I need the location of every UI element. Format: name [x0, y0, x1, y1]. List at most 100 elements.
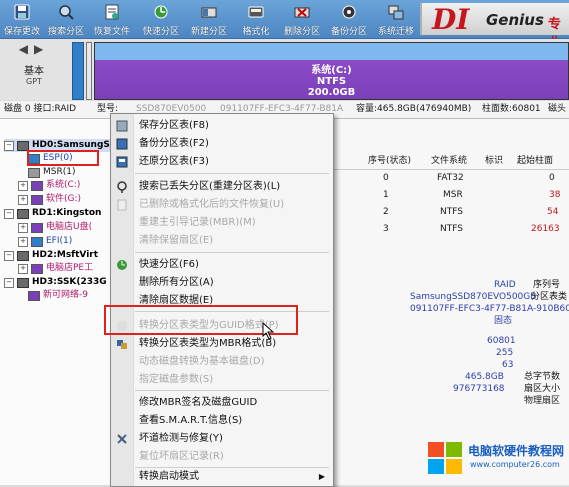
tree-disk-hd3[interactable]: − HD3:SSK(233G	[4, 276, 107, 289]
expand-icon[interactable]: +	[18, 263, 28, 274]
cell-start: 54	[547, 207, 559, 217]
menu-item-delete-all[interactable]: 删除所有分区(A)	[111, 274, 333, 291]
collapse-icon[interactable]: −	[4, 277, 14, 288]
detail-sectors: 63	[502, 360, 514, 370]
delete-partition-button[interactable]: 删除分区	[280, 0, 324, 38]
menu-item-quick-partition[interactable]: 快速分区(F6)	[111, 256, 333, 273]
disk-icon	[17, 208, 29, 219]
cell-index: 0	[383, 173, 389, 183]
cell-start: 26163	[531, 224, 560, 234]
search-partition-button[interactable]: 搜索分区	[44, 0, 88, 38]
menu-item-convert-mbr[interactable]: 转换分区表类型为MBR格式(B)	[111, 335, 333, 352]
menu-item-smart-info[interactable]: 查看S.M.A.R.T.信息(S)	[111, 412, 333, 429]
menu-item-backup-table[interactable]: 备份分区表(F2)	[111, 135, 333, 152]
tree-partition-g[interactable]: + 软件(G:)	[18, 193, 81, 206]
tree-partition-ssk[interactable]: 新可网络-9	[28, 289, 88, 302]
partition-fs: NTFS	[316, 76, 347, 87]
collapse-icon[interactable]: −	[4, 208, 14, 219]
new-partition-button[interactable]: 新建分区	[187, 0, 231, 38]
tree-disk-label: HD2:MsftVirt	[32, 250, 99, 260]
system-migrate-button[interactable]: 系统迁移	[374, 0, 418, 38]
disk-nav-arrows[interactable]: ◀▶	[2, 42, 66, 56]
toolbar-label: 搜索分区	[47, 27, 84, 37]
disk-icon	[17, 250, 29, 261]
menu-item-bad-sector[interactable]: 坏道检测与修复(Y)	[111, 430, 333, 447]
tree-partition-c[interactable]: + 系统(C:)	[18, 179, 80, 192]
tree-partition-label: 电脑店PE工	[46, 263, 94, 273]
col-start[interactable]: 起始柱面	[517, 153, 553, 169]
disk-icon	[17, 277, 29, 288]
tree-partition-msr[interactable]: MSR(1)	[28, 166, 75, 179]
detail-guid: 091107FF-EFC3-4F77-B81A-910B60DA	[410, 304, 569, 314]
recover-file-button[interactable]: 恢复文件	[90, 0, 134, 38]
menu-item-save-table[interactable]: 保存分区表(F8)	[111, 117, 333, 134]
menu-item-reset-bad-sectors[interactable]: 复位坏扇区记录(R)	[111, 448, 333, 465]
menu-item-label: 查看S.M.A.R.T.信息(S)	[139, 415, 243, 426]
bad-sector-icon	[115, 432, 128, 445]
cell-fs: NTFS	[440, 207, 463, 217]
menu-item-label: 转换启动模式	[139, 471, 199, 482]
col-index[interactable]: 序号(状态)	[368, 153, 411, 169]
partition-esp-block[interactable]	[72, 42, 84, 100]
menu-item-modify-mbr-guid[interactable]: 修改MBR签名及磁盘GUID	[111, 394, 333, 411]
tree-disk-rd1[interactable]: − RD1:Kingston	[4, 207, 101, 220]
mouse-cursor-icon	[262, 322, 274, 340]
watermark-title: 电脑软硬件教程网	[468, 444, 565, 458]
menu-item-label: 还原分区表(F3)	[139, 156, 209, 167]
detail-capacity: 465.8GB	[465, 372, 504, 382]
menu-item-label: 复位坏扇区记录(R)	[139, 451, 224, 462]
app-logo: DI Genius 专业	[420, 3, 569, 51]
tree-disk-hd2[interactable]: − HD2:MsftVirt	[4, 249, 98, 262]
disk-capacity: 容量:465.8GB(476940MB)	[356, 104, 472, 114]
save-changes-button[interactable]: 保存更改	[0, 0, 44, 38]
disk-cylinders: 柱面数:60801	[482, 104, 541, 114]
col-filesystem[interactable]: 文件系统	[431, 153, 467, 169]
cell-start: 38	[549, 190, 561, 200]
menu-item-rebuild-mbr[interactable]: 重建主引导记录(MBR)(M)	[111, 214, 333, 231]
menu-item-label: 动态磁盘转换为基本磁盘(D)	[139, 356, 265, 367]
collapse-icon[interactable]: −	[4, 250, 14, 261]
tree-partition-pe[interactable]: + 电脑店PE工	[18, 262, 93, 275]
disk-context-menu: 保存分区表(F8) 备份分区表(F2) 还原分区表(F3) 搜索已丢失分区(重建…	[110, 113, 334, 487]
new-partition-icon	[200, 3, 218, 21]
menu-item-dynamic-to-basic[interactable]: 动态磁盘转换为基本磁盘(D)	[111, 353, 333, 370]
tree-partition-efi[interactable]: + EFI(1)	[18, 235, 72, 248]
partition-c-block[interactable]: 系统(C:) NTFS 200.0GB	[94, 42, 569, 100]
format-button[interactable]: 格式化	[234, 0, 278, 38]
menu-item-restore-table[interactable]: 还原分区表(F3)	[111, 153, 333, 170]
tree-partition-label: 电脑店U盘(	[46, 222, 93, 232]
file-recover-icon	[115, 198, 128, 211]
disk-icon	[17, 140, 29, 151]
backup-table-icon	[115, 137, 128, 150]
col-id[interactable]: 标识	[485, 153, 503, 169]
collapse-icon[interactable]: −	[4, 140, 14, 151]
quick-partition-button[interactable]: 快速分区	[139, 0, 183, 38]
menu-item-boot-mode[interactable]: 转换启动模式 ▶	[111, 468, 333, 485]
menu-item-search-lost[interactable]: 搜索已丢失分区(重建分区表)(L)	[111, 178, 333, 195]
backup-partition-icon	[340, 3, 358, 21]
disk-type-label: 基本	[24, 66, 44, 77]
menu-item-label: 清除保留扇区(E)	[139, 235, 214, 246]
tree-disk-label: RD1:Kingston	[32, 208, 102, 218]
expand-icon[interactable]: +	[18, 180, 28, 191]
backup-partition-button[interactable]: 备份分区	[327, 0, 371, 38]
toolbar-label: 快速分区	[142, 27, 179, 37]
recover-file-icon	[103, 3, 121, 21]
tree-partition-label: 新可网络-9	[43, 290, 88, 300]
partition-msr-block[interactable]	[86, 42, 92, 100]
tree-partition-usb[interactable]: + 电脑店U盘(	[18, 221, 92, 234]
menu-item-label: 修改MBR签名及磁盘GUID	[139, 397, 258, 408]
expand-icon[interactable]: +	[18, 194, 28, 205]
partition-name: 系统(C:)	[311, 65, 352, 76]
partition-icon	[31, 222, 43, 233]
menu-item-file-recover[interactable]: 已删除或格式化后的文件恢复(U)	[111, 196, 333, 213]
disk-table-label: GPT	[26, 77, 42, 86]
menu-item-clear-reserved[interactable]: 清除保留扇区(E)	[111, 232, 333, 249]
menu-item-disk-params[interactable]: 指定磁盘参数(S)	[111, 371, 333, 388]
expand-icon[interactable]: +	[18, 236, 28, 247]
menu-separator	[135, 173, 329, 174]
save-icon	[13, 3, 31, 21]
expand-icon[interactable]: +	[18, 222, 28, 233]
highlight-esp-box	[27, 150, 99, 166]
menu-item-label: 转换分区表类型为MBR格式(B)	[139, 338, 277, 349]
